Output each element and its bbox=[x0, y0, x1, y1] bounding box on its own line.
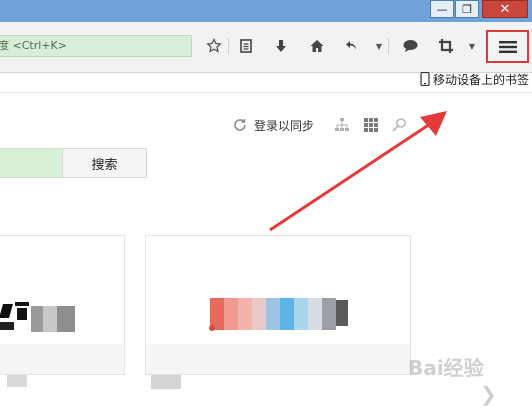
watermark: Bai经验 bbox=[408, 356, 484, 380]
chevron-right-icon[interactable]: ❯ bbox=[480, 382, 497, 406]
annotation-arrow bbox=[269, 111, 447, 232]
